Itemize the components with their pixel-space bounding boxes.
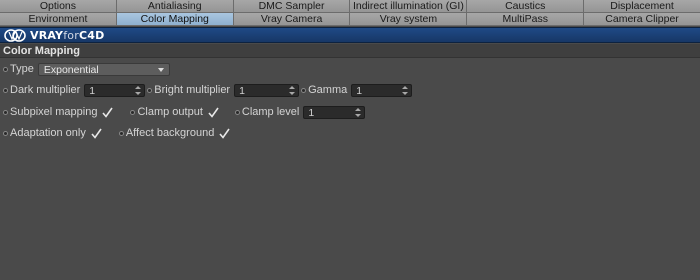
vray-logo-icon bbox=[4, 29, 26, 42]
animate-dot-icon[interactable] bbox=[301, 87, 307, 93]
spinner-arrows-icon[interactable] bbox=[402, 85, 409, 95]
animate-dot-icon[interactable] bbox=[3, 66, 8, 72]
clamp-level-value: 1 bbox=[308, 106, 315, 119]
subpixel-mapping-checkbox[interactable] bbox=[102, 107, 114, 118]
animate-dot-icon[interactable] bbox=[130, 109, 136, 115]
type-value: Exponential bbox=[43, 63, 99, 76]
dark-multiplier-value: 1 bbox=[89, 84, 96, 97]
animate-dot-icon[interactable] bbox=[234, 109, 240, 115]
clamp-level-label: Clamp level bbox=[241, 106, 300, 118]
gamma-label: Gamma bbox=[308, 84, 348, 96]
checkmark-icon bbox=[208, 107, 219, 118]
animate-dot-icon[interactable] bbox=[118, 130, 124, 136]
tab-row-2: Environment Color Mapping Vray Camera Vr… bbox=[0, 13, 700, 26]
spinner-arrows-icon[interactable] bbox=[135, 85, 142, 95]
clamp-level-field[interactable]: 1 bbox=[303, 105, 366, 119]
section-title: Color Mapping bbox=[0, 44, 700, 58]
gamma-value: 1 bbox=[356, 84, 363, 97]
clamp-row: Subpixel mapping Clamp output Clamp leve… bbox=[0, 104, 366, 120]
affect-background-checkbox[interactable] bbox=[219, 128, 230, 139]
clamp-output-checkbox[interactable] bbox=[208, 107, 219, 118]
bright-multiplier-value: 1 bbox=[239, 84, 245, 97]
color-mapping-panel: Type Exponential Dark multiplier 1 Brigh… bbox=[0, 58, 700, 280]
brand-bar: VRAYforC4D bbox=[0, 27, 700, 43]
brand-suffix: C4D bbox=[78, 29, 105, 42]
tab-vray-system[interactable]: Vray system bbox=[350, 13, 468, 26]
subpixel-mapping-label: Subpixel mapping bbox=[10, 106, 98, 118]
dark-multiplier-field[interactable]: 1 bbox=[84, 83, 146, 97]
animate-dot-icon[interactable] bbox=[3, 109, 8, 115]
brand-wordmark: VRAYforC4D bbox=[30, 28, 104, 43]
bright-multiplier-field[interactable]: 1 bbox=[234, 83, 300, 97]
tab-multipass[interactable]: MultiPass bbox=[467, 13, 585, 26]
adaptation-only-checkbox[interactable] bbox=[91, 128, 102, 139]
chevron-down-icon bbox=[157, 67, 164, 72]
tab-antialiasing[interactable]: Antialiasing bbox=[116, 0, 234, 13]
checkmark-icon bbox=[91, 128, 102, 139]
multiplier-row: Dark multiplier 1 Bright multiplier 1 Ga… bbox=[0, 82, 413, 98]
bright-multiplier-label: Bright multiplier bbox=[154, 84, 231, 96]
type-row: Type Exponential bbox=[0, 61, 170, 77]
adaptation-only-label: Adaptation only bbox=[10, 127, 86, 139]
animate-dot-icon[interactable] bbox=[3, 130, 8, 136]
checkmark-icon bbox=[102, 107, 114, 118]
tab-environment[interactable]: Environment bbox=[0, 13, 117, 26]
tab-options[interactable]: Options bbox=[0, 0, 117, 13]
clamp-output-label: Clamp output bbox=[137, 106, 203, 118]
gamma-field[interactable]: 1 bbox=[351, 83, 413, 97]
tab-camera-clipper[interactable]: Camera Clipper bbox=[584, 13, 700, 26]
adaptation-row: Adaptation only Affect background bbox=[0, 125, 230, 141]
brand-bold: VRAY bbox=[30, 29, 64, 42]
type-label: Type bbox=[10, 63, 34, 75]
spinner-arrows-icon[interactable] bbox=[355, 107, 362, 117]
brand-thin: for bbox=[63, 29, 79, 42]
affect-background-label: Affect background bbox=[125, 127, 215, 139]
animate-dot-icon[interactable] bbox=[147, 87, 153, 93]
tab-caustics[interactable]: Caustics bbox=[467, 0, 585, 13]
type-dropdown[interactable]: Exponential bbox=[37, 62, 170, 76]
spinner-arrows-icon[interactable] bbox=[289, 85, 296, 95]
dark-multiplier-label: Dark multiplier bbox=[10, 84, 81, 96]
tab-vray-camera[interactable]: Vray Camera bbox=[233, 13, 351, 26]
checkmark-icon bbox=[219, 128, 230, 139]
tab-dmc-sampler[interactable]: DMC Sampler bbox=[233, 0, 351, 13]
tab-indirect-illumination[interactable]: Indirect illumination (GI) bbox=[350, 0, 468, 13]
tab-row-1: Options Antialiasing DMC Sampler Indirec… bbox=[0, 0, 700, 13]
animate-dot-icon[interactable] bbox=[3, 87, 8, 93]
tab-displacement[interactable]: Displacement bbox=[584, 0, 700, 13]
tab-color-mapping[interactable]: Color Mapping bbox=[116, 13, 234, 26]
